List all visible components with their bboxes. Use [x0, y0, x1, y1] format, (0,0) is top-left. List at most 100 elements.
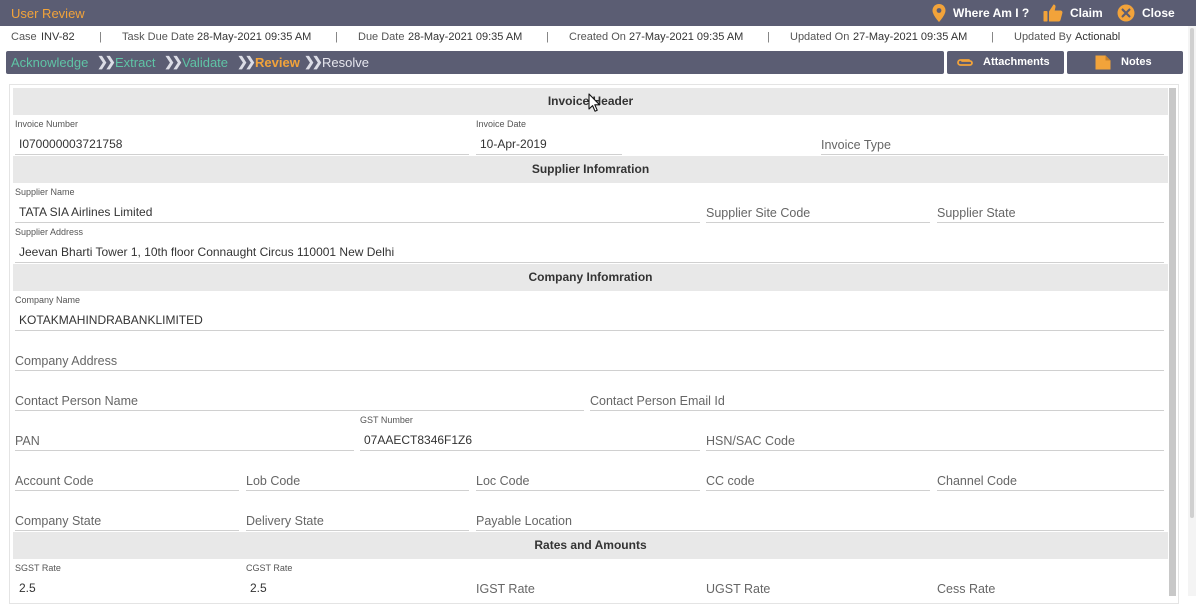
- field-underline: [360, 450, 700, 451]
- chevron-double-icon: ❯❯: [164, 54, 183, 69]
- field-underline: [821, 154, 1164, 155]
- supplier-name-input[interactable]: TATA SIA Airlines Limited: [19, 205, 152, 219]
- claim-button[interactable]: Claim: [1043, 4, 1103, 22]
- invoice-type-field[interactable]: Invoice Type: [821, 138, 891, 152]
- form-scrollbar[interactable]: [1169, 88, 1176, 596]
- close-label: Close: [1142, 6, 1175, 20]
- field-underline: [937, 222, 1164, 223]
- gst-number-input[interactable]: 07AAECT8346F1Z6: [364, 433, 472, 447]
- field-underline: [246, 530, 469, 531]
- field-underline: [706, 490, 930, 491]
- field-underline: [476, 490, 700, 491]
- meta-separator: |: [99, 31, 102, 43]
- field-underline: [15, 330, 1164, 331]
- section-supplier-information: Supplier Infomration: [13, 156, 1168, 183]
- step-review[interactable]: Review: [255, 55, 300, 70]
- task-due-value: 28-May-2021 09:35 AM: [197, 31, 312, 43]
- notes-button[interactable]: Notes: [1067, 51, 1183, 74]
- invoice-date-input[interactable]: 10-Apr-2019: [480, 137, 547, 151]
- hsn-sac-code-field[interactable]: HSN/SAC Code: [706, 434, 795, 448]
- cgst-rate-label: CGST Rate: [246, 563, 293, 573]
- field-underline: [476, 530, 1164, 531]
- invoice-number-input[interactable]: I070000003721758: [19, 137, 122, 151]
- updated-on-value: 27-May-2021 09:35 AM: [853, 31, 968, 43]
- invoice-number-label: Invoice Number: [15, 119, 79, 129]
- contact-person-email-field[interactable]: Contact Person Email Id: [590, 394, 725, 408]
- created-on-value: 27-May-2021 09:35 AM: [629, 31, 744, 43]
- field-underline: [15, 530, 239, 531]
- field-underline: [15, 370, 1164, 371]
- step-validate[interactable]: Validate: [182, 55, 228, 70]
- notes-label: Notes: [1121, 56, 1152, 68]
- page-scrollbar-thumb[interactable]: [1190, 28, 1194, 518]
- account-code-field[interactable]: Account Code: [15, 474, 94, 488]
- mouse-cursor-icon: [588, 93, 600, 112]
- app-title: User Review: [11, 6, 85, 21]
- delivery-state-field[interactable]: Delivery State: [246, 514, 324, 528]
- top-bar: User Review Where Am I ? Claim Close: [0, 0, 1196, 26]
- sgst-rate-input[interactable]: 2.5: [19, 581, 36, 595]
- supplier-state-field[interactable]: Supplier State: [937, 206, 1016, 220]
- field-underline: [15, 154, 469, 155]
- updated-by-value: Actionabl: [1075, 31, 1121, 43]
- cgst-rate-input[interactable]: 2.5: [250, 581, 267, 595]
- created-on-label: Created On: [569, 31, 626, 43]
- cc-code-field[interactable]: CC code: [706, 474, 755, 488]
- loc-code-field[interactable]: Loc Code: [476, 474, 530, 488]
- thumbs-up-icon: [1043, 4, 1063, 22]
- cess-rate-field[interactable]: Cess Rate: [937, 582, 995, 596]
- invoice-date-label: Invoice Date: [476, 119, 527, 129]
- meta-separator: |: [546, 31, 549, 43]
- supplier-site-code-field[interactable]: Supplier Site Code: [706, 206, 810, 220]
- igst-rate-field[interactable]: IGST Rate: [476, 582, 535, 596]
- step-acknowledge[interactable]: Acknowledge: [11, 55, 88, 70]
- field-underline: [590, 410, 1164, 411]
- field-underline: [246, 490, 469, 491]
- attachments-button[interactable]: Attachments: [947, 51, 1064, 74]
- contact-person-name-field[interactable]: Contact Person Name: [15, 394, 138, 408]
- meta-separator: |: [767, 31, 770, 43]
- company-name-input[interactable]: KOTAKMAHINDRABANKLIMITED: [19, 313, 203, 327]
- section-rates-and-amounts: Rates and Amounts: [13, 532, 1168, 559]
- step-resolve[interactable]: Resolve: [322, 55, 369, 70]
- location-pin-icon: [932, 4, 946, 22]
- close-button[interactable]: Close: [1117, 4, 1175, 22]
- meta-separator: |: [335, 31, 338, 43]
- updated-by-label: Updated By: [1014, 31, 1072, 43]
- chevron-double-icon: ❯❯: [304, 54, 323, 69]
- paperclip-icon: [957, 59, 973, 66]
- where-am-i-label: Where Am I ?: [953, 6, 1030, 20]
- sgst-rate-label: SGST Rate: [15, 563, 61, 573]
- field-underline: [706, 222, 930, 223]
- gst-number-label: GST Number: [360, 415, 413, 425]
- field-underline: [15, 410, 584, 411]
- supplier-address-label: Supplier Address: [15, 227, 84, 237]
- supplier-address-input[interactable]: Jeevan Bharti Tower 1, 10th floor Connau…: [19, 245, 394, 259]
- due-date-label: Due Date: [358, 31, 405, 43]
- where-am-i-button[interactable]: Where Am I ?: [932, 4, 1029, 22]
- field-underline: [937, 490, 1164, 491]
- field-underline: [15, 222, 700, 223]
- workflow-stepper: Acknowledge ❯❯ Extract ❯❯ Validate ❯❯ Re…: [6, 51, 944, 74]
- lob-code-field[interactable]: Lob Code: [246, 474, 300, 488]
- case-value: INV-82: [41, 31, 75, 43]
- payable-location-field[interactable]: Payable Location: [476, 514, 572, 528]
- task-due-label: Task Due Date: [122, 31, 195, 43]
- ugst-rate-field[interactable]: UGST Rate: [706, 582, 770, 596]
- step-extract[interactable]: Extract: [115, 55, 155, 70]
- company-address-field[interactable]: Company Address: [15, 354, 117, 368]
- meta-separator: |: [991, 31, 994, 43]
- chevron-double-icon: ❯❯: [237, 54, 256, 69]
- field-underline: [476, 154, 622, 155]
- channel-code-field[interactable]: Channel Code: [937, 474, 1017, 488]
- company-state-field[interactable]: Company State: [15, 514, 101, 528]
- section-company-information: Company Infomration: [13, 264, 1168, 291]
- field-underline: [706, 450, 1164, 451]
- chevron-double-icon: ❯❯: [97, 54, 116, 69]
- field-underline: [15, 262, 1164, 263]
- updated-on-label: Updated On: [790, 31, 850, 43]
- attachments-label: Attachments: [983, 56, 1050, 68]
- case-label: Case: [11, 31, 37, 43]
- pan-field[interactable]: PAN: [15, 434, 40, 448]
- company-name-label: Company Name: [15, 295, 81, 305]
